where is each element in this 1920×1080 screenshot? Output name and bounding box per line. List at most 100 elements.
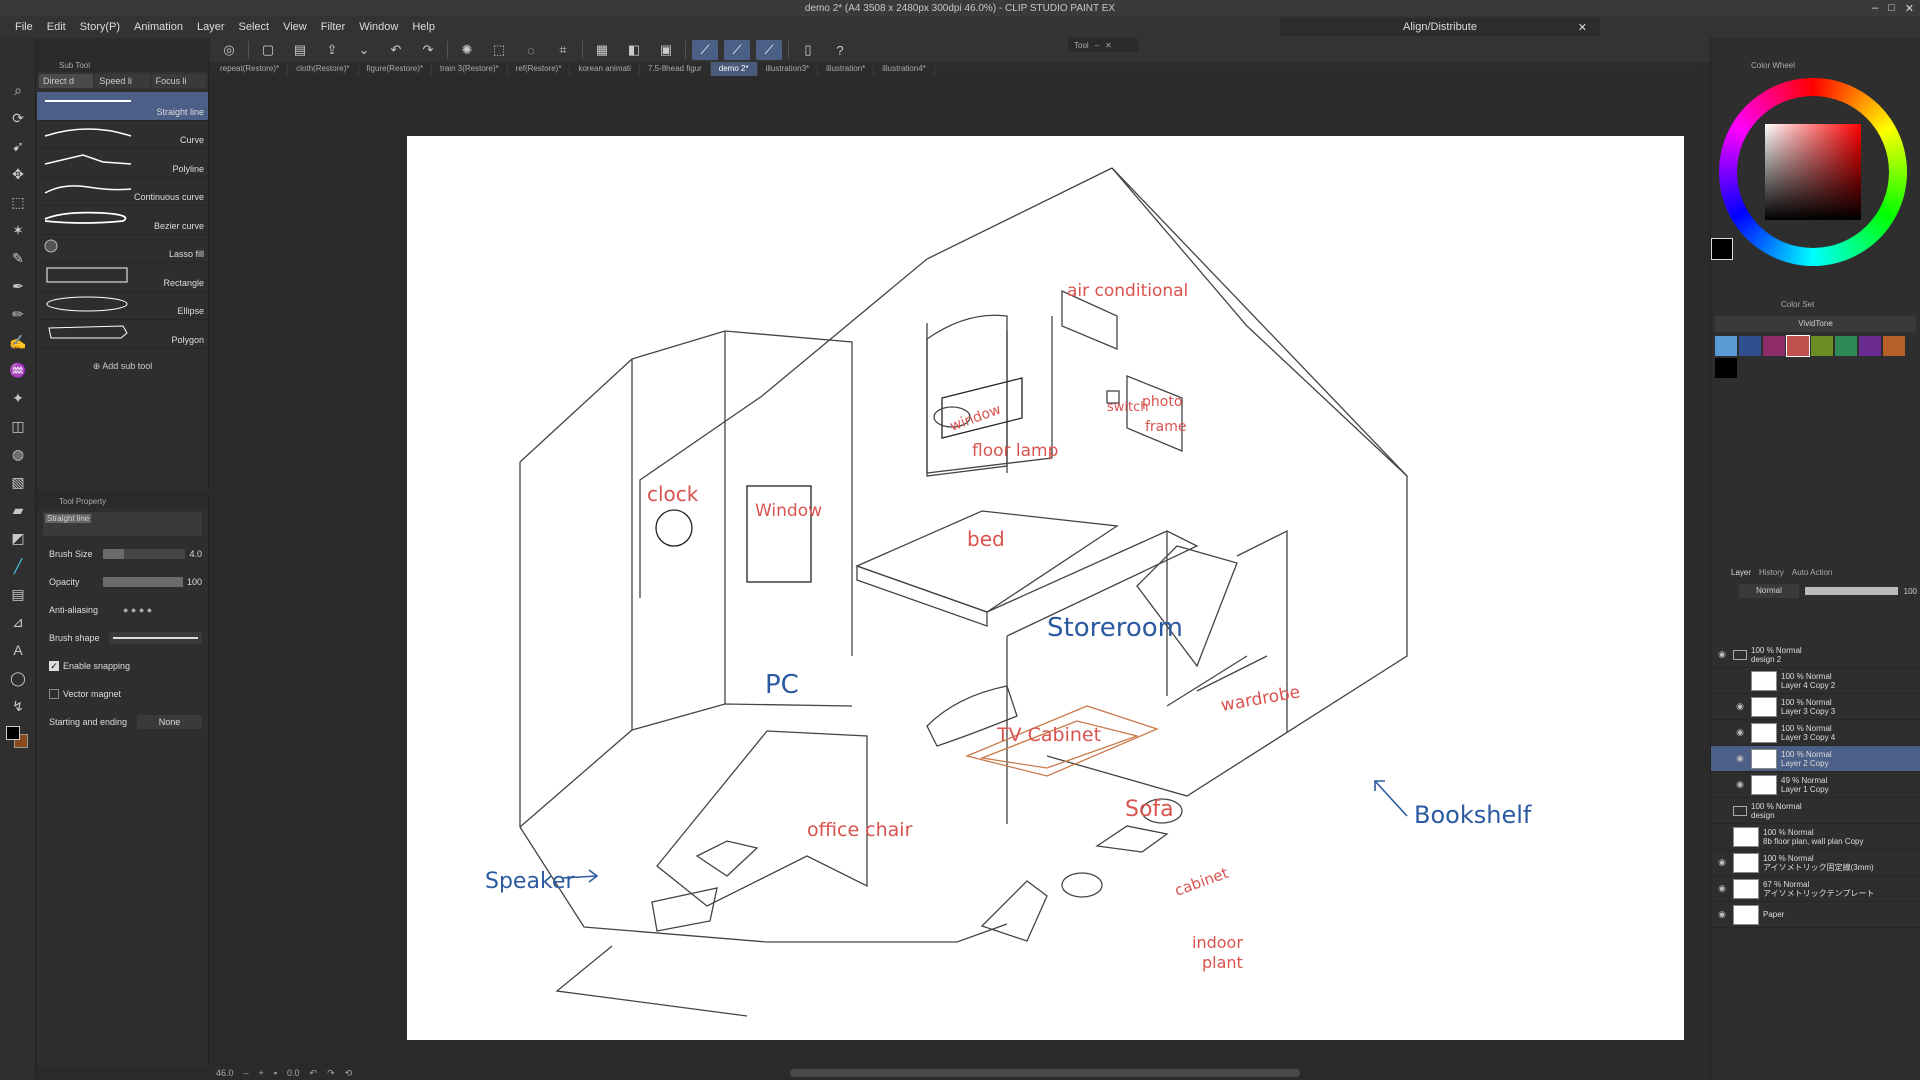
snap-ruler-icon[interactable]: ⟋ xyxy=(692,40,718,60)
save-dropdown-icon[interactable]: ⌄ xyxy=(351,40,377,60)
canvas-paper[interactable]: air conditional switch photo frame windo… xyxy=(407,136,1684,1040)
move-tool-icon[interactable]: ✥ xyxy=(0,160,36,188)
zoom-in-icon[interactable]: + xyxy=(259,1068,264,1078)
crop-icon[interactable]: ⌗ xyxy=(550,40,576,60)
enable-snapping-checkbox[interactable]: ✓ xyxy=(49,661,59,671)
tab-auto-action[interactable]: Auto Action xyxy=(1792,568,1832,580)
pencil-tool-icon[interactable]: ✏ xyxy=(0,300,36,328)
blend-mode-select[interactable]: Normal xyxy=(1739,584,1799,598)
starting-ending-select[interactable]: None xyxy=(137,715,202,729)
snap-icon[interactable]: ◧ xyxy=(621,40,647,60)
eye-icon[interactable]: ◉ xyxy=(1733,779,1747,790)
menu-help[interactable]: Help xyxy=(405,21,442,33)
eye-icon[interactable]: ◉ xyxy=(1733,727,1747,738)
doc-tab[interactable]: repeat(Restore)* xyxy=(212,62,289,76)
layer-row[interactable]: ◉ Paper xyxy=(1711,902,1920,928)
doc-tab-active[interactable]: demo 2* xyxy=(710,62,758,76)
menu-animation[interactable]: Animation xyxy=(127,21,190,33)
airbrush-tool-icon[interactable]: ♒ xyxy=(0,356,36,384)
eye-icon[interactable]: ◉ xyxy=(1715,649,1729,660)
layer-row[interactable]: ◉ 100 % Normal Layer 3 Copy 3 xyxy=(1711,694,1920,720)
eyedropper-tool-icon[interactable]: ✎ xyxy=(0,244,36,272)
layer-row[interactable]: ◉ 100 % Normal アイソメトリック固定線(3mm) xyxy=(1711,850,1920,876)
tab-direct-draw[interactable]: Direct d xyxy=(39,74,94,88)
color-swatch[interactable] xyxy=(1859,336,1881,356)
doc-tab[interactable]: illustration4* xyxy=(874,62,935,76)
tab-layer[interactable]: Layer xyxy=(1731,568,1751,580)
color-swatch[interactable] xyxy=(1786,335,1810,357)
menu-layer[interactable]: Layer xyxy=(190,21,232,33)
eye-icon[interactable]: ◉ xyxy=(1715,883,1729,894)
rotate-left-icon[interactable]: ↶ xyxy=(310,1068,318,1079)
doc-tab[interactable]: ref(Restore)* xyxy=(508,62,571,76)
balloon-tool-icon[interactable]: ◯ xyxy=(0,664,36,692)
blend-tool-icon[interactable]: ◍ xyxy=(0,440,36,468)
opacity-slider[interactable] xyxy=(103,577,183,587)
fill-tool-icon[interactable]: ▧ xyxy=(0,468,36,496)
eye-icon[interactable]: ◉ xyxy=(1733,753,1747,764)
color-wheel[interactable] xyxy=(1711,72,1913,272)
frame-tool-icon[interactable]: ▤ xyxy=(0,580,36,608)
layer-row[interactable]: 100 % Normal 8b floor plan, wall plan Cop… xyxy=(1711,824,1920,850)
tool-mini-minimize-icon[interactable]: – xyxy=(1095,41,1099,50)
subtool-polyline[interactable]: Polyline xyxy=(37,149,208,178)
vector-magnet-checkbox[interactable] xyxy=(49,689,59,699)
layer-folder-row[interactable]: 100 % Normal design xyxy=(1711,798,1920,824)
redo-icon[interactable]: ↷ xyxy=(415,40,441,60)
text-tool-icon[interactable]: A xyxy=(0,636,36,664)
menu-view[interactable]: View xyxy=(276,21,314,33)
subtool-continuous-curve[interactable]: Continuous curve xyxy=(37,178,208,206)
doc-tab[interactable]: korean animati xyxy=(570,62,640,76)
snap-special-ruler-icon[interactable]: ⟋ xyxy=(724,40,750,60)
new-file-icon[interactable]: ▢ xyxy=(255,40,281,60)
layer-row[interactable]: ◉ 100 % Normal Layer 2 Copy xyxy=(1711,746,1920,772)
main-color-swatch[interactable] xyxy=(5,726,20,740)
layer-opacity-slider[interactable] xyxy=(1805,587,1898,595)
menu-story[interactable]: Story(P) xyxy=(73,21,127,33)
maximize-icon[interactable]: □ xyxy=(1888,2,1895,14)
tab-speed-lines[interactable]: Speed li xyxy=(95,74,150,88)
selection-icon[interactable]: ⬚ xyxy=(486,40,512,60)
menu-window[interactable]: Window xyxy=(352,21,405,33)
layer-folder-row[interactable]: ◉ 100 % Normal design 2 xyxy=(1711,642,1920,668)
eye-icon[interactable]: ◉ xyxy=(1715,857,1729,868)
brush-tool-icon[interactable]: ✍ xyxy=(0,328,36,356)
figure-tool-icon[interactable]: ◩ xyxy=(0,524,36,552)
main-color-chip[interactable] xyxy=(1711,238,1733,260)
align-close-icon[interactable]: ✕ xyxy=(1571,21,1594,34)
auto-select-tool-icon[interactable]: ✶ xyxy=(0,216,36,244)
tab-history[interactable]: History xyxy=(1759,568,1784,580)
gradient-tool-icon[interactable]: ▰ xyxy=(0,496,36,524)
color-swatch[interactable] xyxy=(1835,336,1857,356)
rotate-tool-icon[interactable]: ⟳ xyxy=(0,104,36,132)
layer-row[interactable]: ◉ 67 % Normal アイソメトリックテンプレート xyxy=(1711,876,1920,902)
color-swatch[interactable] xyxy=(1883,336,1905,356)
layer-row[interactable]: 100 % Normal Layer 4 Copy 2 xyxy=(1711,668,1920,694)
fit-icon[interactable]: ▪ xyxy=(274,1068,277,1078)
brush-shape-select[interactable] xyxy=(109,632,202,644)
color-swatch[interactable] xyxy=(1763,336,1785,356)
save-icon[interactable]: ⇪ xyxy=(319,40,345,60)
subtool-straight-line[interactable]: Straight line xyxy=(37,92,208,121)
tool-mini-close-icon[interactable]: ✕ xyxy=(1105,41,1112,50)
anti-aliasing-options-icon[interactable]: ● ● ● ● xyxy=(123,605,152,615)
help-icon[interactable]: ? xyxy=(827,40,853,60)
doc-tab[interactable]: 7.5-8head figur xyxy=(640,62,711,76)
close-icon[interactable]: ✕ xyxy=(1905,2,1914,15)
subtool-ellipse[interactable]: Ellipse xyxy=(37,292,208,320)
layer-row[interactable]: ◉ 100 % Normal Layer 3 Copy 4 xyxy=(1711,720,1920,746)
ruler-tool-icon[interactable]: ⊿ xyxy=(0,608,36,636)
decoration-tool-icon[interactable]: ✦ xyxy=(0,384,36,412)
color-set-select[interactable]: VividTone xyxy=(1715,316,1916,332)
undo-icon[interactable]: ↶ xyxy=(383,40,409,60)
line-tool-icon[interactable]: ╱ xyxy=(0,552,36,580)
color-swatch[interactable] xyxy=(1811,336,1833,356)
angle-value[interactable]: 0.0 xyxy=(287,1068,300,1078)
minimize-icon[interactable]: – xyxy=(1872,2,1878,14)
correct-line-tool-icon[interactable]: ↯ xyxy=(0,692,36,720)
selection-tool-icon[interactable]: ⬚ xyxy=(0,188,36,216)
brush-size-value[interactable]: 4.0 xyxy=(189,549,202,559)
menu-edit[interactable]: Edit xyxy=(40,21,73,33)
layer-row[interactable]: ◉ 49 % Normal Layer 1 Copy xyxy=(1711,772,1920,798)
zoom-value[interactable]: 46.0 xyxy=(216,1068,234,1078)
